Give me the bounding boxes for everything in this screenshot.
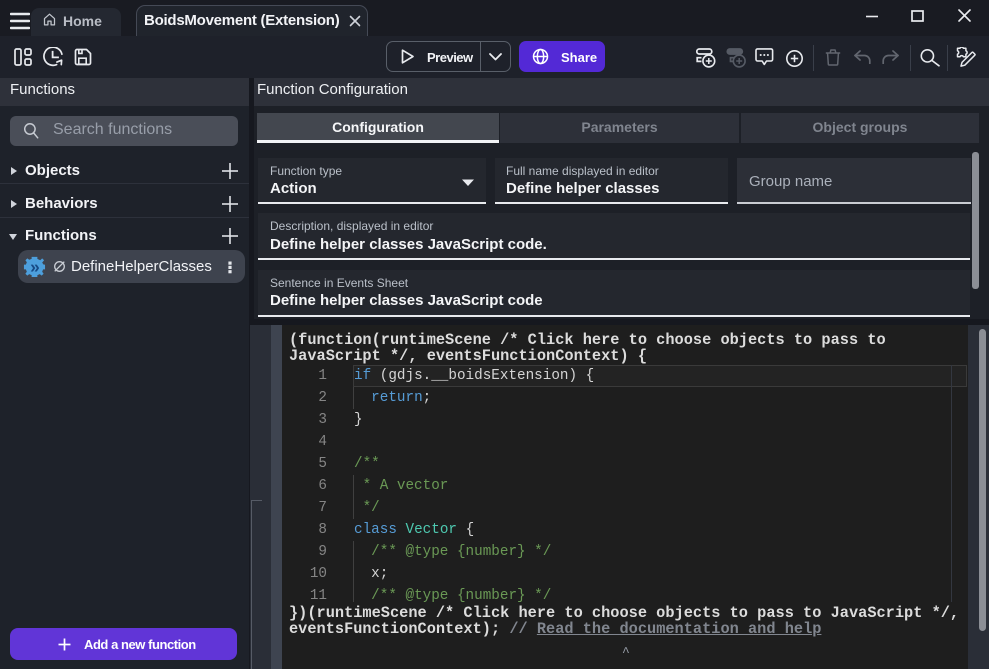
svg-text:»: » bbox=[30, 257, 40, 277]
